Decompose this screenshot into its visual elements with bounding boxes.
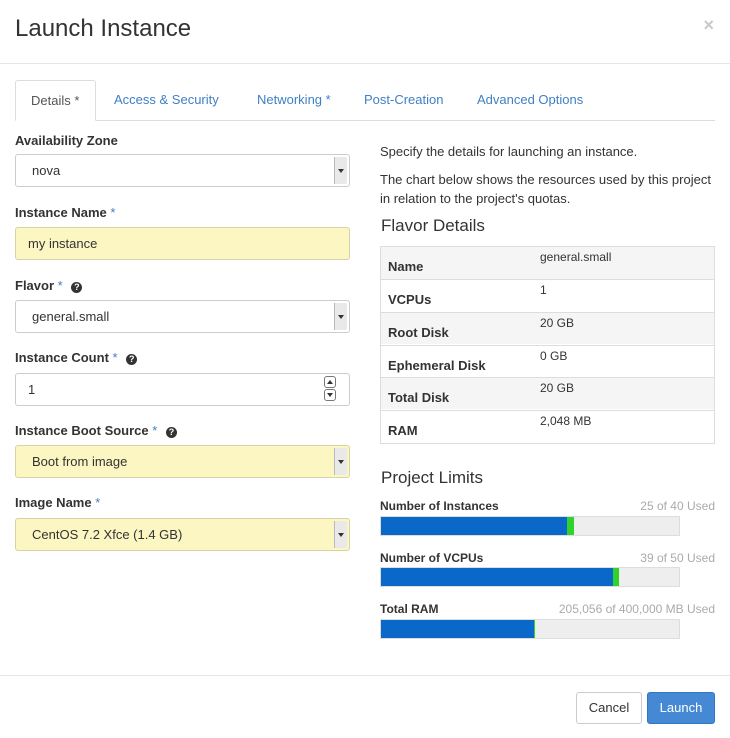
limit-used-ram: 205,056 of 400,000 MB Used xyxy=(558,602,715,616)
table-row: Total Disk 20 GB xyxy=(381,377,714,409)
table-row: Root Disk 20 GB xyxy=(381,312,714,344)
required-marker: * xyxy=(57,278,63,293)
input-value: 1 xyxy=(28,382,36,397)
limit-label-vcpus: Number of VCPUs xyxy=(380,551,484,565)
flavor-details-table: Name general.small VCPUs 1 Root Disk 20 … xyxy=(380,246,715,444)
table-row: RAM 2,048 MB xyxy=(381,410,714,442)
progress-fill-used xyxy=(381,568,613,586)
limit-label-instances: Number of Instances xyxy=(380,499,499,513)
boot-source-select[interactable]: Boot from image xyxy=(15,445,350,478)
instance-count-stepper[interactable]: 1 xyxy=(15,373,350,406)
table-cell-value: 0 GB xyxy=(540,349,568,363)
tab-label: Details xyxy=(31,93,71,108)
flavor-select[interactable]: general.small xyxy=(15,300,350,333)
select-value: CentOS 7.2 Xfce (1.4 GB) xyxy=(32,527,183,542)
tab-networking[interactable]: Networking * xyxy=(257,80,331,121)
table-cell-value: 1 xyxy=(540,283,547,297)
close-icon[interactable]: × xyxy=(703,15,714,36)
required-marker: * xyxy=(74,93,80,108)
required-marker: * xyxy=(152,423,158,438)
table-cell-value: 20 GB xyxy=(540,316,575,330)
chevron-down-icon xyxy=(334,303,347,330)
boot-source-label: Instance Boot Source * ? xyxy=(15,423,177,438)
help-icon[interactable]: ? xyxy=(71,282,83,293)
launch-button[interactable]: Launch xyxy=(647,692,715,724)
progress-bar-vcpus xyxy=(380,567,680,587)
decrement-icon[interactable] xyxy=(324,389,336,401)
instance-count-label: Instance Count * ? xyxy=(15,350,138,365)
info-text-1: Specify the details for launching an ins… xyxy=(380,144,638,159)
tab-access-security[interactable]: Access & Security xyxy=(114,80,219,121)
modal-header: Launch Instance × xyxy=(0,0,730,64)
field-label-text: Image Name xyxy=(15,495,92,510)
help-icon[interactable]: ? xyxy=(165,427,177,438)
help-icon[interactable]: ? xyxy=(126,354,138,365)
progress-fill-new xyxy=(613,568,619,586)
field-label-text: Instance Boot Source xyxy=(15,423,149,438)
table-cell-key: VCPUs xyxy=(388,292,432,307)
table-cell-key: Root Disk xyxy=(388,325,449,340)
field-label-text: Flavor xyxy=(15,278,55,293)
flavor-details-title: Flavor Details xyxy=(381,216,485,235)
required-marker: * xyxy=(110,205,116,220)
required-marker: * xyxy=(325,92,331,107)
availability-zone-label: Availability Zone xyxy=(15,133,118,148)
limit-used-vcpus: 39 of 50 Used xyxy=(640,551,715,565)
tab-post-creation[interactable]: Post-Creation xyxy=(364,80,443,121)
input-value: my instance xyxy=(28,236,98,251)
limit-used-instances: 25 of 40 Used xyxy=(640,499,715,513)
field-label-text: Instance Count xyxy=(15,350,109,365)
table-row: Name general.small xyxy=(381,247,714,279)
tab-label: Access & Security xyxy=(114,92,219,107)
tab-label: Post-Creation xyxy=(364,92,444,107)
flavor-label: Flavor * ? xyxy=(15,278,83,293)
increment-icon[interactable] xyxy=(324,376,336,388)
progress-fill-used xyxy=(381,517,567,535)
field-label-text: Instance Name xyxy=(15,205,107,220)
select-value: Boot from image xyxy=(32,454,128,469)
chevron-down-icon xyxy=(334,521,347,548)
select-value: general.small xyxy=(32,309,110,324)
table-cell-value: 2,048 MB xyxy=(540,414,592,428)
progress-fill-used xyxy=(381,620,534,638)
availability-zone-select[interactable]: nova xyxy=(15,154,350,187)
launch-instance-modal: Launch Instance × Details * Access & Sec… xyxy=(0,0,730,738)
chevron-down-icon xyxy=(334,157,347,184)
table-row: VCPUs 1 xyxy=(381,279,714,311)
modal-title: Launch Instance xyxy=(15,15,192,42)
limit-label-ram: Total RAM xyxy=(380,602,439,616)
progress-bar-ram xyxy=(380,619,680,639)
progress-fill-new xyxy=(567,517,574,535)
progress-fill-new xyxy=(534,620,535,638)
modal-footer: Cancel Launch xyxy=(0,675,730,738)
cancel-button[interactable]: Cancel xyxy=(576,692,642,724)
image-name-select[interactable]: CentOS 7.2 Xfce (1.4 GB) xyxy=(15,518,350,551)
wizard-tabs: Details * Access & Security Networking *… xyxy=(15,80,715,121)
table-cell-key: RAM xyxy=(388,423,418,438)
tab-label: Networking xyxy=(257,92,323,107)
table-cell-key: Ephemeral Disk xyxy=(388,358,486,373)
required-marker: * xyxy=(95,495,101,510)
info-text-2: The chart below shows the resources used… xyxy=(380,172,711,206)
table-cell-value: 20 GB xyxy=(540,381,575,395)
image-name-label: Image Name * xyxy=(15,495,100,510)
instance-name-input[interactable]: my instance xyxy=(15,227,350,260)
chevron-down-icon xyxy=(334,448,347,475)
table-cell-value: general.small xyxy=(540,250,612,264)
table-row: Ephemeral Disk 0 GB xyxy=(381,345,714,377)
table-cell-key: Total Disk xyxy=(388,390,450,405)
tab-label: Advanced Options xyxy=(477,92,584,107)
tab-advanced-options[interactable]: Advanced Options xyxy=(477,80,583,121)
project-limits-title: Project Limits xyxy=(381,468,484,487)
select-value: nova xyxy=(32,163,61,178)
progress-bar-instances xyxy=(380,516,680,536)
instance-name-label: Instance Name * xyxy=(15,205,115,220)
required-marker: * xyxy=(112,350,118,365)
tab-details[interactable]: Details * xyxy=(15,80,96,121)
table-cell-key: Name xyxy=(388,259,424,274)
